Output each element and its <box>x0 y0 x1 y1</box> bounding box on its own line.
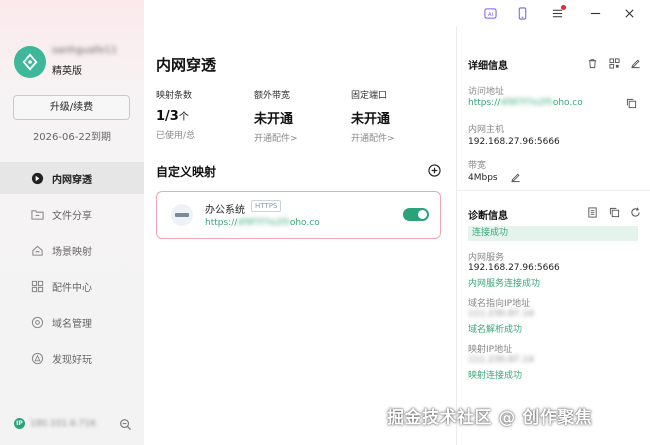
domain-icon <box>30 315 44 329</box>
stat-label: 映射条数 <box>156 91 193 101</box>
copy-icon[interactable] <box>626 98 637 109</box>
domain-ip-value: 111.230.87.14 <box>468 309 534 319</box>
avatar[interactable] <box>14 46 46 78</box>
sidebar-nav: 内网穿透 文件分享 场景映射 配件中心 域名管理 发现好玩 <box>0 162 144 378</box>
bandwidth-label: 带宽 <box>468 161 487 171</box>
panel-divider <box>456 26 457 445</box>
minimize-icon[interactable] <box>588 6 602 20</box>
sidebar: sanhguafe11 精英版 升级/续费 2026-06-22到期 内网穿透 … <box>0 0 144 445</box>
discover-icon <box>30 351 44 365</box>
sidebar-item-label: 配件中心 <box>52 282 92 294</box>
custom-mapping-title: 自定义映射 <box>156 165 217 179</box>
notification-dot <box>561 5 566 10</box>
ip-value: 180.101.6.716 <box>30 418 96 429</box>
open-accessory-link[interactable]: 开通配件> <box>254 131 298 144</box>
ip-badge: IP <box>14 418 25 429</box>
folder-icon <box>30 207 44 221</box>
qrcode-icon[interactable] <box>609 58 620 69</box>
sidebar-item-scene-mapping[interactable]: 场景映射 <box>0 234 144 266</box>
stat-label: 固定端口 <box>351 91 388 101</box>
title-bar: AI <box>144 0 650 26</box>
sidebar-item-file-share[interactable]: 文件分享 <box>0 198 144 230</box>
copy-diagnosis-icon[interactable] <box>609 207 620 218</box>
visit-address-url[interactable]: https://4f9f7f7e2f5oho.co <box>468 98 583 108</box>
stat-value: 未开通 <box>351 112 391 127</box>
diagnosis-title: 诊断信息 <box>468 211 508 222</box>
mapped-status: 映射连接成功 <box>468 371 523 381</box>
zoom-icon[interactable] <box>119 418 132 431</box>
expiry-date: 2026-06-22到期 <box>32 132 112 143</box>
username: sanhguafe11 <box>52 45 118 56</box>
stat-extra-bandwidth: 额外带宽 未开通 开通配件> <box>254 88 298 144</box>
stat-fixed-port: 固定端口 未开通 开通配件> <box>351 88 395 144</box>
mapped-ip-value: 111.230.87.14 <box>468 355 534 365</box>
edit-icon[interactable] <box>630 58 641 69</box>
sidebar-item-label: 场景映射 <box>52 246 92 258</box>
stat-value: 未开通 <box>254 112 294 127</box>
stat-value: 1/3个 <box>156 109 189 124</box>
sidebar-item-accessory-center[interactable]: 配件中心 <box>0 270 144 302</box>
mapping-card[interactable]: 办公系统 HTTPS https://4f9f7f7e2f5oho.co <box>156 191 441 239</box>
log-icon[interactable] <box>587 207 598 218</box>
domain-status: 域名解析成功 <box>468 325 523 335</box>
menu-icon[interactable] <box>550 5 566 20</box>
https-badge: HTTPS <box>251 200 282 212</box>
sidebar-item-label: 内网穿透 <box>52 174 92 186</box>
svg-text:AI: AI <box>488 11 493 17</box>
watermark: 掘金技术社区 @ 创作聚焦 <box>387 408 593 428</box>
sidebar-item-label: 发现好玩 <box>52 354 92 366</box>
visit-address-label: 访问地址 <box>468 87 505 97</box>
mapping-name: 办公系统 <box>205 205 245 216</box>
sidebar-item-domain-management[interactable]: 域名管理 <box>0 306 144 338</box>
stat-sub: 已使用/总 <box>156 131 196 141</box>
edition-label: 精英版 <box>52 66 82 77</box>
mapped-ip-label: 映射IP地址 <box>468 345 513 355</box>
add-mapping-icon[interactable] <box>428 164 441 177</box>
mapping-url[interactable]: https://4f9f7f7e2f5oho.co <box>205 218 320 228</box>
sidebar-item-tunnel[interactable]: 内网穿透 <box>0 162 144 194</box>
grid-icon <box>30 279 44 293</box>
refresh-icon[interactable] <box>630 207 641 218</box>
ip-indicator: IP 180.101.6.716 <box>14 418 96 429</box>
page-title: 内网穿透 <box>156 56 217 74</box>
mapping-toggle[interactable] <box>403 208 429 221</box>
service-label: 内网服务 <box>468 253 505 263</box>
logo-icon <box>22 53 38 71</box>
detail-title: 详细信息 <box>468 61 508 72</box>
host-label: 内网主机 <box>468 125 505 135</box>
stat-mapping-count: 映射条数 1/3个 已使用/总 <box>156 88 195 141</box>
sidebar-item-label: 域名管理 <box>52 318 92 330</box>
edit-bandwidth-icon[interactable] <box>510 172 521 183</box>
sidebar-item-discover[interactable]: 发现好玩 <box>0 342 144 374</box>
section-divider <box>457 190 650 191</box>
upgrade-button[interactable]: 升级/续费 <box>13 95 130 120</box>
service-status: 内网服务连接成功 <box>468 279 541 289</box>
tunnel-icon <box>30 171 44 185</box>
mapping-type-icon <box>171 204 193 226</box>
service-value: 192.168.27.96:5666 <box>468 263 560 273</box>
close-icon[interactable] <box>622 6 636 20</box>
host-value: 192.168.27.96:5666 <box>468 137 560 147</box>
delete-icon[interactable] <box>587 58 598 69</box>
open-accessory-link[interactable]: 开通配件> <box>351 131 395 144</box>
sidebar-item-label: 文件分享 <box>52 210 92 222</box>
ai-assistant-icon[interactable]: AI <box>483 6 497 20</box>
domain-ip-label: 域名指向IP地址 <box>468 299 531 309</box>
connection-status: 连接成功 <box>468 226 638 241</box>
home-icon <box>30 243 44 257</box>
stat-label: 额外带宽 <box>254 91 291 101</box>
bandwidth-value: 4Mbps <box>468 173 498 183</box>
mobile-icon[interactable] <box>515 6 529 20</box>
